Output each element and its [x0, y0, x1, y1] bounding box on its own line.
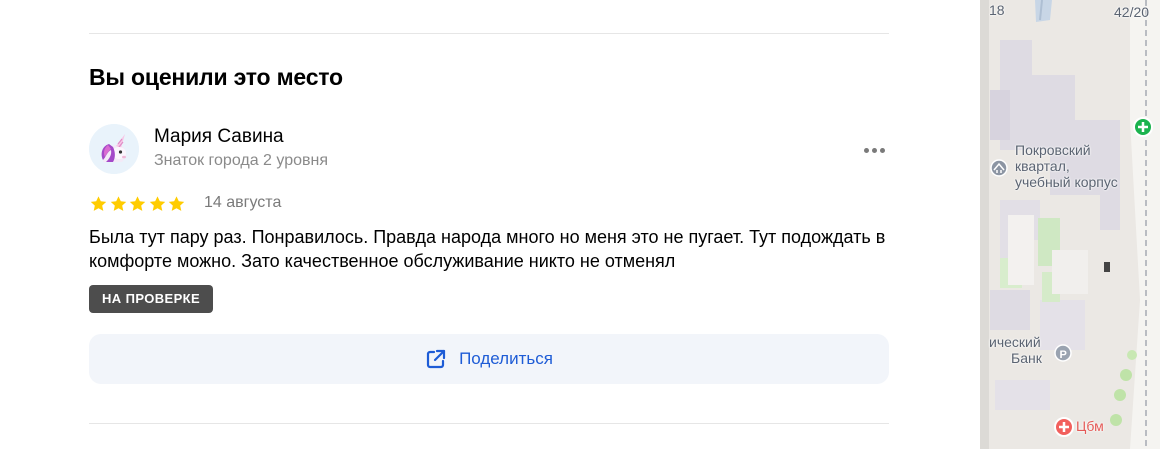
map-label-line: Покровский — [1015, 142, 1091, 158]
unicorn-avatar-icon — [89, 124, 139, 174]
share-label: Поделиться — [459, 349, 553, 368]
more-options-button[interactable] — [858, 139, 890, 161]
map-view[interactable]: P 18 42/20 Покровский квартал, учебный к… — [980, 0, 1160, 449]
author-level: Знаток города 2 уровня — [154, 152, 329, 169]
svg-text:P: P — [1060, 349, 1067, 361]
rating-stars — [89, 195, 187, 213]
share-external-icon — [426, 349, 446, 369]
map-label-bank[interactable]: ический Банк — [989, 334, 1042, 366]
top-divider — [89, 33, 889, 34]
moderation-status-badge: НА ПРОВЕРКЕ — [89, 285, 214, 313]
star-icon — [149, 196, 165, 211]
map-label-line: ический — [989, 334, 1041, 350]
author-avatar[interactable] — [89, 124, 139, 174]
review-text: Была тут пару раз. Понравилось. Правда н… — [89, 227, 886, 271]
star-icon — [110, 196, 126, 211]
map-label-pokrovsky[interactable]: Покровский квартал, учебный корпус — [1015, 142, 1118, 190]
star-icon — [129, 196, 146, 211]
map-label-line: Банк — [1011, 350, 1042, 366]
bottom-divider — [89, 423, 889, 424]
map-canvas[interactable]: P — [980, 0, 1160, 449]
more-dots-icon — [863, 147, 869, 153]
star-icon — [90, 196, 107, 211]
more-dots-icon — [879, 147, 885, 153]
star-icon — [168, 196, 185, 211]
map-label-line: учебный корпус — [1015, 174, 1118, 190]
review-date: 14 августа — [204, 194, 282, 211]
share-button[interactable]: Поделиться — [89, 334, 889, 384]
author-name[interactable]: Мария Савина — [154, 126, 284, 148]
more-dots-icon — [871, 147, 877, 153]
section-title: Вы оценили это место — [89, 64, 343, 90]
map-label-house-18: 18 — [989, 2, 1005, 18]
review-panel: Вы оценили это место Мария Савина Знаток… — [0, 0, 980, 449]
map-label-clinic[interactable]: Цбм — [1076, 418, 1104, 434]
map-label-line: квартал, — [1015, 158, 1070, 174]
map-label-house-42-20: 42/20 — [1114, 4, 1150, 20]
